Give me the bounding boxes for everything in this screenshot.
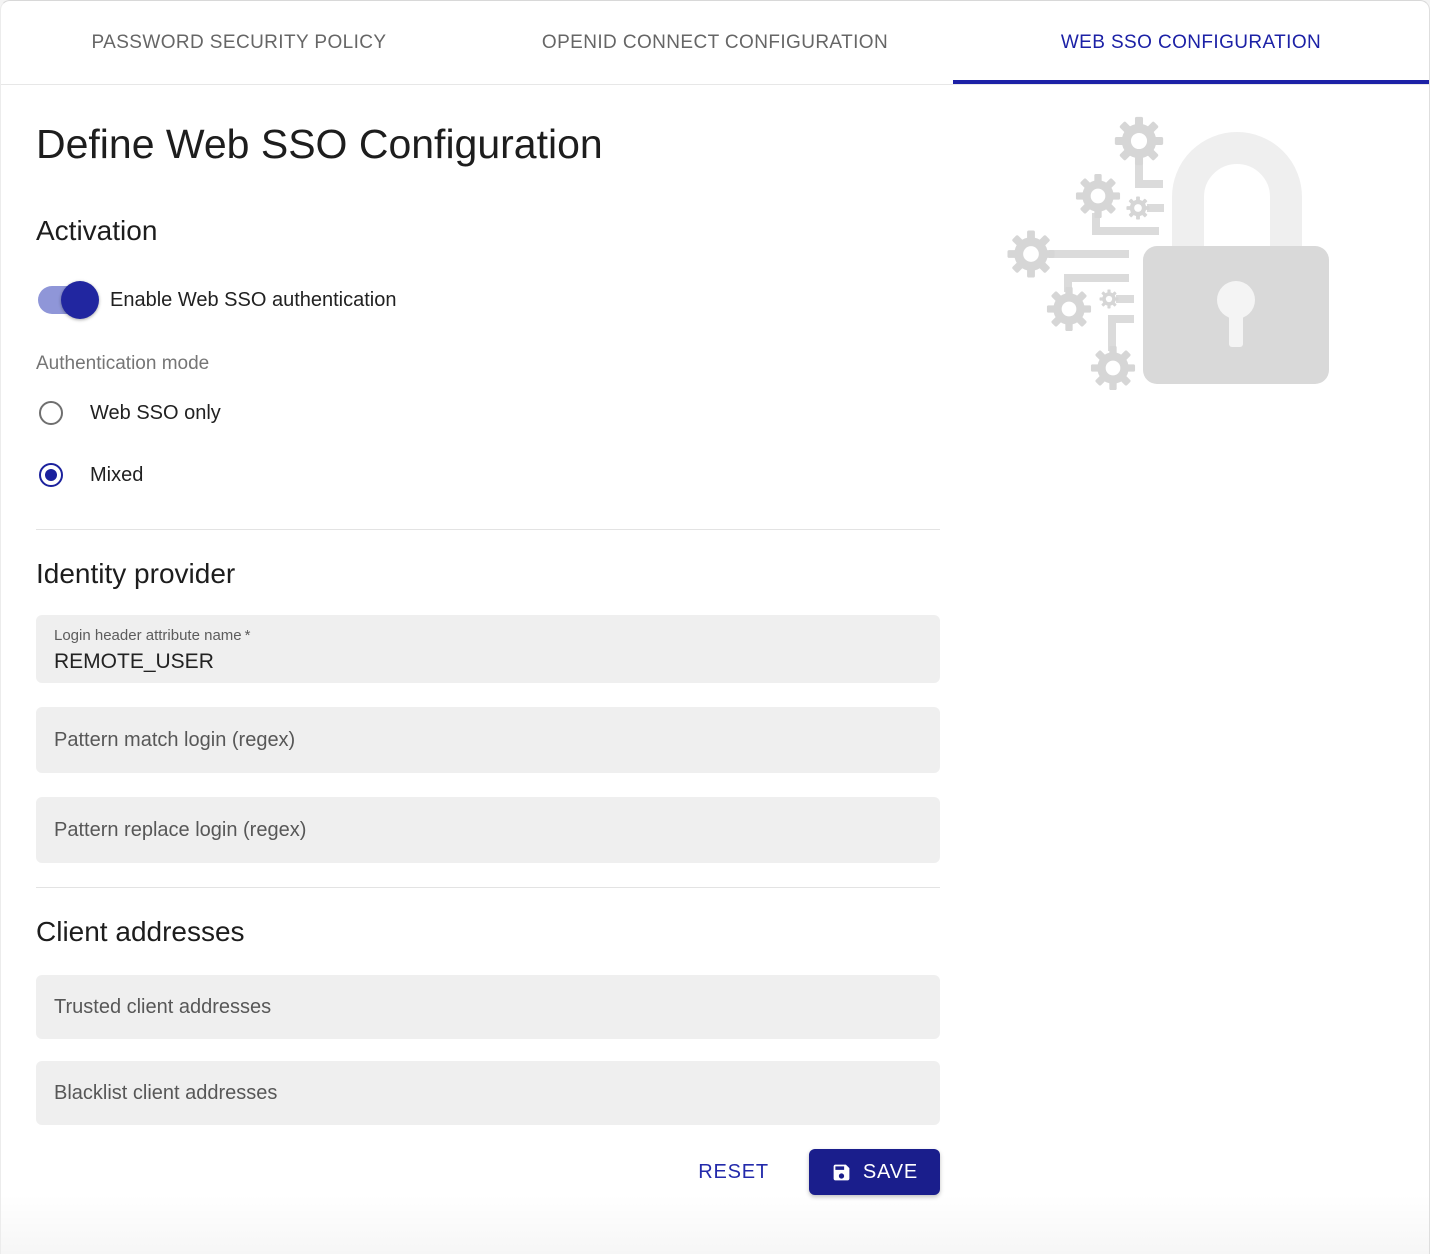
client-addresses-heading: Client addresses xyxy=(36,914,1429,950)
blacklist-client-addresses-input[interactable] xyxy=(54,1082,922,1105)
required-asterisk: * xyxy=(245,627,251,644)
padlock-icon xyxy=(1143,148,1329,384)
save-button[interactable]: SAVE xyxy=(809,1149,940,1195)
floppy-disk-icon xyxy=(831,1162,852,1183)
radio-circle[interactable] xyxy=(39,463,63,487)
toggle-thumb xyxy=(61,281,99,319)
identity-provider-heading: Identity provider xyxy=(36,556,1429,592)
tab-label: PASSWORD SECURITY POLICY xyxy=(91,32,386,54)
tab-label: OPENID CONNECT CONFIGURATION xyxy=(542,32,888,54)
radio-label: Mixed xyxy=(90,464,143,487)
radio-label: Web SSO only xyxy=(90,402,221,425)
login-header-attribute-field[interactable]: Login header attribute name* xyxy=(36,615,940,683)
trusted-client-addresses-input[interactable] xyxy=(54,996,922,1019)
tab-openid-connect-configuration[interactable]: OPENID CONNECT CONFIGURATION xyxy=(477,1,953,84)
trusted-client-addresses-field[interactable] xyxy=(36,975,940,1039)
active-tab-indicator xyxy=(953,80,1429,84)
radio-circle[interactable] xyxy=(39,401,63,425)
pattern-match-login-field[interactable] xyxy=(36,707,940,773)
form-actions: RESET SAVE xyxy=(36,1149,940,1195)
section-divider xyxy=(36,529,940,530)
login-header-attribute-input[interactable] xyxy=(54,647,922,677)
pattern-replace-login-input[interactable] xyxy=(54,819,922,842)
toggle-label: Enable Web SSO authentication xyxy=(110,289,396,312)
pattern-match-login-input[interactable] xyxy=(54,729,922,752)
padlock-with-gears-illustration xyxy=(1006,113,1336,403)
web-sso-configuration-page: PASSWORD SECURITY POLICY OPENID CONNECT … xyxy=(0,0,1430,1254)
field-label: Login header attribute name* xyxy=(54,627,922,645)
enable-web-sso-toggle[interactable] xyxy=(38,286,93,314)
pattern-replace-login-field[interactable] xyxy=(36,797,940,863)
radio-mixed[interactable]: Mixed xyxy=(36,462,1429,488)
tab-password-security-policy[interactable]: PASSWORD SECURITY POLICY xyxy=(1,1,477,84)
section-divider xyxy=(36,887,940,888)
settings-tab-bar: PASSWORD SECURITY POLICY OPENID CONNECT … xyxy=(1,1,1429,85)
reset-button[interactable]: RESET xyxy=(696,1155,771,1190)
tab-label: WEB SSO CONFIGURATION xyxy=(1061,32,1321,54)
tab-web-sso-configuration[interactable]: WEB SSO CONFIGURATION xyxy=(953,1,1429,84)
radio-web-sso-only[interactable]: Web SSO only xyxy=(36,400,1429,426)
save-button-label: SAVE xyxy=(863,1161,918,1184)
blacklist-client-addresses-field[interactable] xyxy=(36,1061,940,1125)
